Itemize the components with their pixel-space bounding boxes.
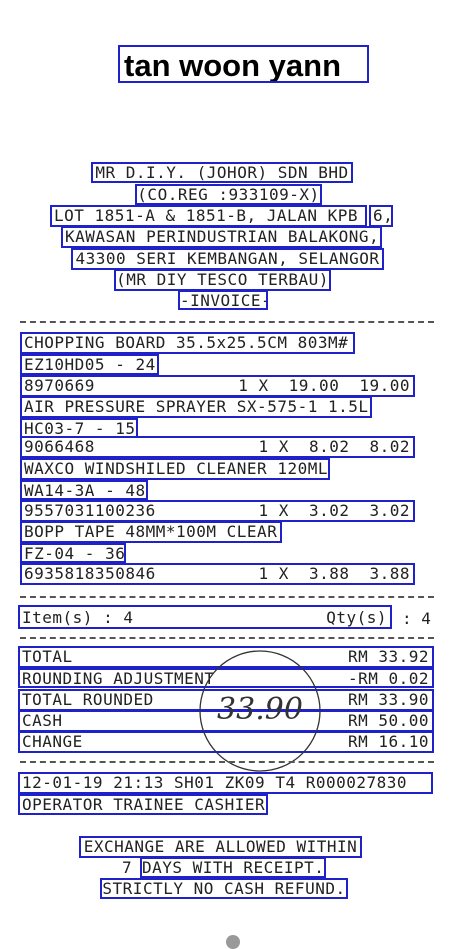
- item-qty: 1 X: [258, 437, 289, 456]
- address-line-2: KAWASAN PERINDUSTRIAN BALAKONG,: [61, 226, 382, 248]
- change-label: CHANGE: [22, 732, 83, 751]
- company-reg: (CO.REG :933109-X): [135, 184, 322, 205]
- item-code: WA14-3A - 48: [20, 480, 148, 500]
- item-line: 8970669 1 X 19.00 19.00: [20, 375, 415, 397]
- item-code: FZ-04 - 36: [20, 543, 126, 563]
- cash-value: RM 50.00: [347, 711, 429, 730]
- total-rounded-label: TOTAL ROUNDED: [22, 690, 154, 709]
- qty-value: : 4: [402, 609, 431, 628]
- policy-line-3: STRICTLY NO CASH REFUND.: [100, 878, 348, 899]
- item-code: EZ10HD05 - 24: [20, 354, 159, 375]
- address-line-1: LOT 1851-A & 1851-B, JALAN KPB: [50, 205, 367, 227]
- item-total: 3.02: [369, 501, 410, 520]
- item-name: BOPP TAPE 48MM*100M CLEAR: [20, 521, 282, 543]
- change-value: RM 16.10: [347, 732, 429, 751]
- item-line: 9066468 1 X 8.02 8.02: [20, 436, 415, 458]
- item-barcode: 8970669: [24, 376, 95, 395]
- cash-label: CASH: [22, 711, 63, 730]
- store-name: MR D.I.Y. (JOHOR) SDN BHD: [91, 162, 353, 183]
- paper-mark: [226, 935, 240, 949]
- item-total: 8.02: [369, 437, 410, 456]
- branch-name: (MR DIY TESCO TERBAU): [114, 269, 331, 291]
- item-barcode: 9557031100236: [24, 501, 156, 520]
- item-barcode: 6935818350846: [24, 564, 156, 583]
- policy-line-1: EXCHANGE ARE ALLOWED WITHIN: [79, 836, 362, 858]
- item-line: 9557031100236 1 X 3.02 3.02: [20, 500, 415, 522]
- item-qty: 1 X: [258, 501, 289, 520]
- divider: [20, 637, 434, 639]
- item-price: 19.00: [288, 376, 340, 395]
- total-label: TOTAL: [22, 647, 73, 666]
- item-name: AIR PRESSURE SPRAYER SX-575-1 1.5L: [20, 396, 372, 418]
- qty-label: Qty(s): [326, 608, 387, 627]
- cash-row: CASH RM 50.00: [18, 710, 434, 732]
- operator-label: OPERATOR TRAINEE CASHIER: [18, 794, 268, 815]
- item-line: 6935818350846 1 X 3.88 3.88: [20, 563, 415, 585]
- receipt: tan woon yann MR D.I.Y. (JOHOR) SDN BHD …: [0, 0, 459, 949]
- item-code: HC03-7 - 15: [20, 418, 138, 438]
- total-row: TOTAL RM 33.92: [18, 646, 434, 668]
- item-total: 3.88: [369, 564, 410, 583]
- change-row: CHANGE RM 16.10: [18, 731, 434, 753]
- item-name: CHOPPING BOARD 35.5x25.5CM 803M#: [20, 332, 355, 354]
- item-name: WAXCO WINDSHILED CLEANER 120ML: [20, 458, 330, 480]
- policy-line-2a: 7: [122, 858, 132, 877]
- items-count: Item(s) : 4: [22, 608, 134, 627]
- handwritten-name-label: tan woon yann: [118, 45, 369, 83]
- item-price: 3.02: [308, 501, 350, 520]
- item-price: 8.02: [308, 437, 350, 456]
- rounding-label: ROUNDING ADJUSTMENT: [22, 669, 215, 688]
- item-qty: 1 X: [238, 376, 269, 395]
- policy-line-2b: DAYS WITH RECEIPT.: [140, 857, 326, 878]
- item-count-row: Item(s) : 4 Qty(s): [18, 605, 392, 629]
- divider: [20, 321, 434, 323]
- divider: [20, 761, 434, 763]
- divider: [20, 596, 434, 598]
- transaction-stamp: 12-01-19 21:13 SH01 ZK09 T4 R000027830: [18, 772, 433, 794]
- item-price: 3.88: [308, 564, 350, 583]
- total-rounded-row: TOTAL ROUNDED RM 33.90: [18, 689, 434, 711]
- item-barcode: 9066468: [24, 437, 95, 456]
- address-line-3: 43300 SERI KEMBANGAN, SELANGOR: [71, 248, 384, 270]
- item-total: 19.00: [359, 376, 410, 395]
- rounding-row: ROUNDING ADJUSTMENT -RM 0.02: [18, 668, 434, 688]
- rounding-value: -RM 0.02: [347, 669, 429, 688]
- total-value: RM 33.92: [347, 647, 429, 666]
- invoice-title: -INVOICE-: [178, 290, 268, 310]
- total-rounded-value: RM 33.90: [347, 690, 429, 709]
- item-qty: 1 X: [258, 564, 289, 583]
- address-line-1b: 6,: [369, 205, 393, 227]
